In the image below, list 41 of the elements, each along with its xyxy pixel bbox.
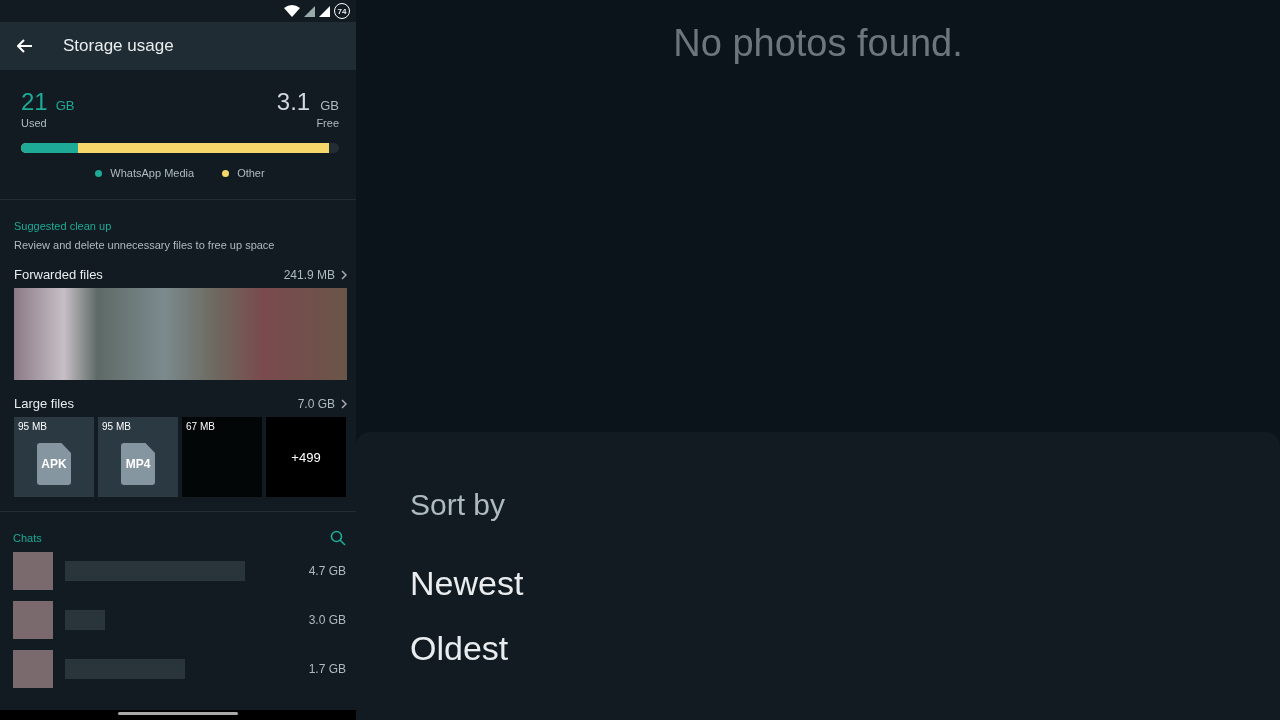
- chat-size: 1.7 GB: [308, 661, 346, 676]
- document-icon: MP4: [121, 443, 155, 485]
- chevron-icon[interactable]: [341, 398, 347, 409]
- screen-title: Storage usage: [63, 36, 174, 56]
- chat-size: 4.7 GB: [308, 563, 346, 578]
- search-icon[interactable]: [330, 530, 346, 546]
- blurred-photo-strip[interactable]: [14, 288, 347, 380]
- used-value: 21: [21, 88, 48, 115]
- more-files-tile[interactable]: +499: [266, 417, 346, 497]
- free-label: Free: [315, 117, 339, 129]
- empty-message: No photos found.: [672, 22, 964, 66]
- legend-label: Other: [237, 167, 265, 179]
- sort-option[interactable]: Oldest: [410, 629, 1226, 668]
- video-tile[interactable]: 67 MB: [182, 417, 262, 497]
- used-unit: GB: [55, 98, 75, 113]
- wifi-icon: [284, 5, 300, 17]
- blurred-avatar: [13, 649, 53, 688]
- row-size: 7.0 GB: [297, 396, 335, 411]
- signal-icon: [319, 5, 330, 17]
- file-tile[interactable]: 95 MB APK: [14, 417, 94, 497]
- legend-label: WhatsApp Media: [110, 167, 195, 179]
- row-size: 241.9 MB: [283, 267, 335, 282]
- free-value: 3.1: [276, 88, 311, 115]
- blurred-avatar: [13, 600, 53, 639]
- signal-icon: [304, 5, 315, 17]
- blurred-avatar: [13, 551, 53, 590]
- chat-size: 3.0 GB: [308, 612, 346, 627]
- file-tile[interactable]: 95 MB MP4: [98, 417, 178, 497]
- document-icon: APK: [37, 443, 71, 485]
- sort-option[interactable]: Newest: [410, 564, 1226, 603]
- back-arrow-icon[interactable]: [17, 39, 33, 53]
- free-unit: GB: [320, 98, 339, 113]
- section-subtitle: Review and delete unnecessary files to free up space: [14, 239, 276, 251]
- row-label[interactable]: Forwarded files: [14, 267, 284, 282]
- row-label[interactable]: Large files: [14, 396, 298, 411]
- blurred-name: [65, 609, 105, 630]
- section-title: Chats: [13, 532, 42, 544]
- chevron-icon[interactable]: [341, 269, 347, 280]
- section-title: Suggested clean up: [14, 220, 113, 232]
- used-label: Used: [21, 117, 48, 129]
- sheet-title: Sort by: [410, 488, 507, 522]
